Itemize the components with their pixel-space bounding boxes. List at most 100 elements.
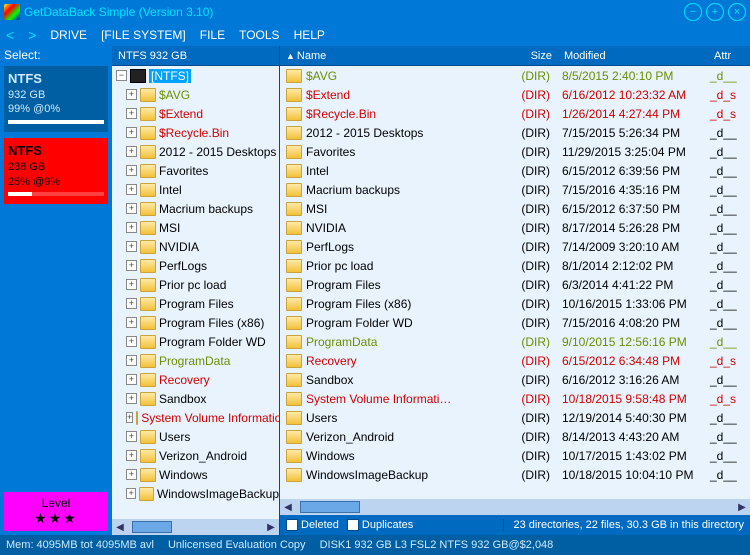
- tree-item[interactable]: $AVG: [112, 85, 279, 104]
- tree-item[interactable]: Favorites: [112, 161, 279, 180]
- tree-item[interactable]: $Recycle.Bin: [112, 123, 279, 142]
- expand-icon[interactable]: [126, 298, 137, 309]
- list-row[interactable]: Sandbox(DIR)6/16/2012 3:16:26 AM_d__: [280, 370, 750, 389]
- list-row[interactable]: Users(DIR)12/19/2014 5:40:30 PM_d__: [280, 408, 750, 427]
- tree-item[interactable]: Macrium backups: [112, 199, 279, 218]
- expand-icon[interactable]: [126, 469, 137, 480]
- tree-hscrollbar[interactable]: ◀ ▶: [112, 519, 279, 535]
- list-row[interactable]: System Volume Informati…(DIR)10/18/2015 …: [280, 389, 750, 408]
- tree-item[interactable]: ProgramData: [112, 351, 279, 370]
- scroll-right-icon[interactable]: ▶: [734, 502, 750, 513]
- expand-icon[interactable]: [126, 431, 137, 442]
- expand-icon[interactable]: [126, 317, 137, 328]
- col-size[interactable]: Size: [516, 50, 558, 62]
- scroll-thumb[interactable]: [300, 501, 360, 513]
- close-button[interactable]: ×: [728, 3, 746, 21]
- list-row[interactable]: Favorites(DIR)11/29/2015 3:25:04 PM_d__: [280, 142, 750, 161]
- tree-item[interactable]: Program Files (x86): [112, 313, 279, 332]
- tree-item[interactable]: Users: [112, 427, 279, 446]
- tree-item[interactable]: Sandbox: [112, 389, 279, 408]
- folder-icon: [140, 373, 156, 387]
- tree-item[interactable]: PerfLogs: [112, 256, 279, 275]
- list-row[interactable]: 2012 - 2015 Desktops(DIR)7/15/2015 5:26:…: [280, 123, 750, 142]
- tree-item[interactable]: Intel: [112, 180, 279, 199]
- tree-item[interactable]: $Extend: [112, 104, 279, 123]
- tree-root[interactable]: [NTFS]: [112, 66, 279, 85]
- expand-icon[interactable]: [126, 184, 137, 195]
- expand-icon[interactable]: [126, 108, 137, 119]
- tree-item[interactable]: Prior pc load: [112, 275, 279, 294]
- list-row[interactable]: Intel(DIR)6/15/2012 6:39:56 PM_d__: [280, 161, 750, 180]
- maximize-button[interactable]: +: [706, 3, 724, 21]
- scroll-thumb[interactable]: [132, 521, 172, 533]
- expand-icon[interactable]: [126, 412, 133, 423]
- list-row[interactable]: NVIDIA(DIR)8/17/2014 5:26:28 PM_d__: [280, 218, 750, 237]
- list-row[interactable]: Verizon_Android(DIR)8/14/2013 4:43:20 AM…: [280, 427, 750, 446]
- list-hscrollbar[interactable]: ◀ ▶: [280, 499, 750, 515]
- list-row[interactable]: ProgramData(DIR)9/10/2015 12:56:16 PM_d_…: [280, 332, 750, 351]
- deleted-checkbox[interactable]: Deleted: [286, 519, 339, 531]
- tree-item[interactable]: WindowsImageBackup: [112, 484, 279, 503]
- tree-item[interactable]: Program Folder WD: [112, 332, 279, 351]
- list-row[interactable]: Macrium backups(DIR)7/15/2016 4:35:16 PM…: [280, 180, 750, 199]
- volume-card[interactable]: NTFS932 GB99% @0%: [4, 66, 108, 132]
- minimize-button[interactable]: −: [684, 3, 702, 21]
- expand-icon[interactable]: [126, 488, 136, 499]
- expand-icon[interactable]: [126, 222, 137, 233]
- list-row[interactable]: Program Files(DIR)6/3/2014 4:41:22 PM_d_…: [280, 275, 750, 294]
- file-size: (DIR): [514, 202, 556, 216]
- duplicates-checkbox[interactable]: Duplicates: [347, 519, 413, 531]
- list-body[interactable]: $AVG(DIR)8/5/2015 2:40:10 PM_d__$Extend(…: [280, 66, 750, 499]
- expand-icon[interactable]: [126, 450, 137, 461]
- list-row[interactable]: Windows(DIR)10/17/2015 1:43:02 PM_d__: [280, 446, 750, 465]
- list-row[interactable]: WindowsImageBackup(DIR)10/18/2015 10:04:…: [280, 465, 750, 484]
- menu-file[interactable]: FILE: [200, 28, 225, 42]
- tree-item[interactable]: 2012 - 2015 Desktops: [112, 142, 279, 161]
- tree-item[interactable]: Verizon_Android: [112, 446, 279, 465]
- tree-item[interactable]: MSI: [112, 218, 279, 237]
- scroll-right-icon[interactable]: ▶: [263, 522, 279, 533]
- list-row[interactable]: Recovery(DIR)6/15/2012 6:34:48 PM_d_s: [280, 351, 750, 370]
- expand-icon[interactable]: [126, 203, 137, 214]
- nav-back-button[interactable]: <: [6, 27, 14, 43]
- list-row[interactable]: $Recycle.Bin(DIR)1/26/2014 4:27:44 PM_d_…: [280, 104, 750, 123]
- col-modified[interactable]: Modified: [558, 50, 708, 62]
- menu-drive[interactable]: DRIVE: [50, 28, 87, 42]
- scroll-left-icon[interactable]: ◀: [112, 522, 128, 533]
- list-row[interactable]: PerfLogs(DIR)7/14/2009 3:20:10 AM_d__: [280, 237, 750, 256]
- expand-icon[interactable]: [126, 279, 137, 290]
- nav-forward-button[interactable]: >: [28, 27, 36, 43]
- menu-tools[interactable]: TOOLS: [239, 28, 279, 42]
- menu-help[interactable]: HELP: [294, 28, 325, 42]
- expand-icon[interactable]: [126, 127, 137, 138]
- expand-icon[interactable]: [126, 393, 137, 404]
- expand-icon[interactable]: [126, 336, 137, 347]
- list-row[interactable]: Program Files (x86)(DIR)10/16/2015 1:33:…: [280, 294, 750, 313]
- volume-card[interactable]: NTFS238 GB25% @9%: [4, 138, 108, 204]
- list-row[interactable]: $AVG(DIR)8/5/2015 2:40:10 PM_d__: [280, 66, 750, 85]
- expand-icon[interactable]: [116, 70, 127, 81]
- list-row[interactable]: Program Folder WD(DIR)7/15/2016 4:08:20 …: [280, 313, 750, 332]
- expand-icon[interactable]: [126, 146, 137, 157]
- list-row[interactable]: Prior pc load(DIR)8/1/2014 2:12:02 PM_d_…: [280, 256, 750, 275]
- list-row[interactable]: $Extend(DIR)6/16/2012 10:23:32 AM_d_s: [280, 85, 750, 104]
- expand-icon[interactable]: [126, 165, 137, 176]
- tree-item[interactable]: Program Files: [112, 294, 279, 313]
- volume-size: 238 GB: [8, 160, 104, 175]
- tree-item[interactable]: Recovery: [112, 370, 279, 389]
- expand-icon[interactable]: [126, 89, 137, 100]
- expand-icon[interactable]: [126, 260, 137, 271]
- col-name[interactable]: ▲Name: [280, 50, 516, 62]
- menu-filesystem[interactable]: [FILE SYSTEM]: [101, 28, 186, 42]
- list-row[interactable]: MSI(DIR)6/15/2012 6:37:50 PM_d__: [280, 199, 750, 218]
- tree-header[interactable]: NTFS 932 GB: [112, 46, 279, 66]
- tree-body[interactable]: [NTFS]$AVG$Extend$Recycle.Bin2012 - 2015…: [112, 66, 279, 519]
- expand-icon[interactable]: [126, 374, 137, 385]
- scroll-left-icon[interactable]: ◀: [280, 502, 296, 513]
- tree-item[interactable]: Windows: [112, 465, 279, 484]
- expand-icon[interactable]: [126, 241, 137, 252]
- expand-icon[interactable]: [126, 355, 137, 366]
- col-attr[interactable]: Attr: [708, 50, 742, 62]
- tree-item[interactable]: System Volume Information: [112, 408, 279, 427]
- tree-item[interactable]: NVIDIA: [112, 237, 279, 256]
